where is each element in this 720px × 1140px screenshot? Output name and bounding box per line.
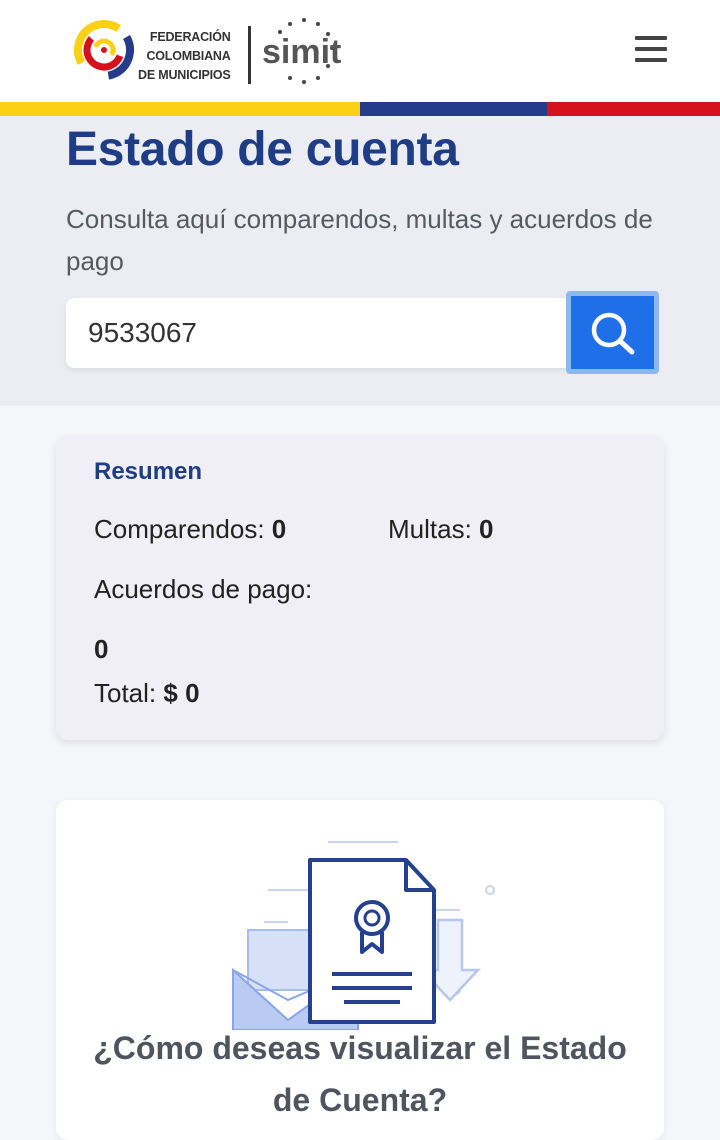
acuerdos-value-row: 0	[94, 634, 108, 665]
acuerdos-value: 0	[94, 634, 109, 664]
total-row: Total: $ 0	[94, 678, 200, 709]
org-name-line-3: DE MUNICIPIOS	[138, 68, 231, 82]
summary-card: Resumen Comparendos: 0 Multas: 0 Acuerdo…	[56, 436, 664, 740]
multas-row: Multas: 0	[388, 514, 494, 545]
acuerdos-label: Acuerdos de pago:	[94, 574, 313, 604]
comparendos-row: Comparendos: 0	[94, 514, 286, 545]
document-certificate-illustration-icon	[232, 841, 495, 1030]
simit-logo: simit	[262, 18, 341, 84]
flag-blue	[360, 102, 547, 116]
multas-value: 0	[479, 514, 494, 544]
hamburger-menu-icon-bar	[635, 58, 667, 62]
search-icon	[591, 312, 635, 355]
fcm-emblem-icon	[74, 20, 134, 80]
org-name-line-1: FEDERACIÓN	[149, 30, 231, 44]
total-value: $ 0	[163, 678, 200, 708]
comparendos-label: Comparendos:	[94, 514, 265, 544]
total-label: Total:	[94, 678, 157, 708]
flag-color-bar	[0, 102, 720, 116]
multas-label: Multas:	[388, 514, 472, 544]
flag-red	[547, 102, 720, 116]
view-options-question: ¿Cómo deseas visualizar el Estado de Cue…	[93, 1030, 627, 1118]
view-options-card: ¿Cómo deseas visualizar el Estado de Cue…	[56, 800, 664, 1140]
org-name-line-2: COLOMBIANA	[146, 49, 231, 63]
flag-yellow	[0, 102, 360, 116]
page-subtitle: Consulta aquí comparendos, multas y acue…	[66, 204, 653, 276]
comparendos-value: 0	[271, 514, 287, 544]
org-name: FEDERACIÓN COLOMBIANA DE MUNICIPIOS	[138, 28, 231, 85]
hamburger-menu-icon-bar	[635, 47, 667, 51]
simit-wordmark: simit	[262, 33, 341, 71]
search-button[interactable]	[566, 291, 659, 374]
search-input[interactable]	[66, 298, 570, 368]
header-logo[interactable]: FEDERACIÓN COLOMBIANA DE MUNICIPIOS simi…	[74, 12, 354, 90]
site-header: FEDERACIÓN COLOMBIANA DE MUNICIPIOS simi…	[0, 0, 720, 102]
logo-divider	[248, 26, 251, 84]
page-title: Estado de cuenta	[66, 123, 459, 176]
menu-button[interactable]	[630, 32, 672, 66]
hamburger-menu-icon	[635, 36, 667, 40]
summary-title: Resumen	[94, 458, 203, 485]
